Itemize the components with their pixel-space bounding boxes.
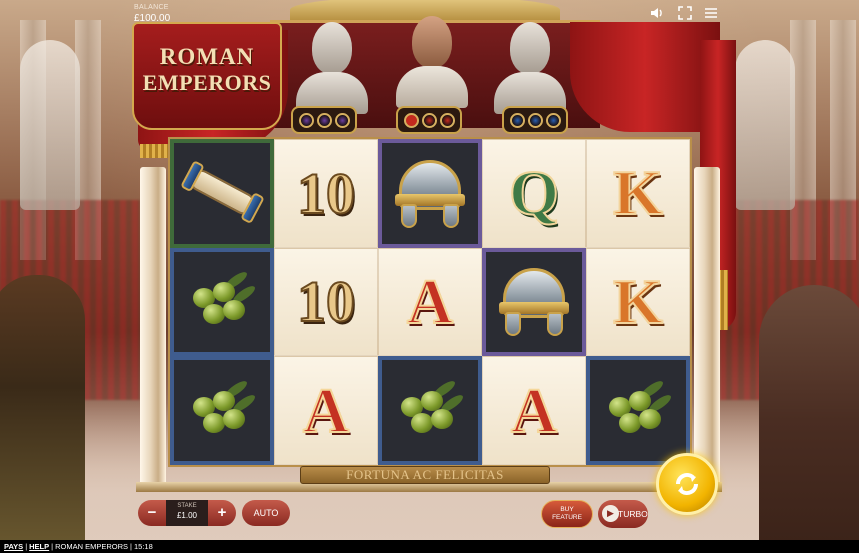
reel-cell: [586, 356, 690, 465]
turbo-button[interactable]: ▶ TURBO: [598, 500, 648, 528]
reel-cell: A: [482, 356, 586, 465]
bottom-info-bar: PAYS | HELP | ROMAN EMPERORS | 15:18: [0, 540, 859, 553]
reel-cell: Q: [482, 139, 586, 248]
pays-link[interactable]: PAYS: [4, 542, 23, 551]
spin-arrows-icon: [676, 473, 698, 495]
stake-label: STAKE: [177, 503, 197, 509]
olives-symbol: [395, 378, 466, 441]
buy-feature-button[interactable]: BUY FEATURE: [541, 500, 593, 528]
meter-orb: [334, 112, 350, 128]
ace-symbol: A: [406, 265, 454, 338]
play-icon: ▶: [602, 505, 619, 522]
pillar-left: [140, 167, 166, 487]
statue-right: [735, 40, 795, 210]
scroll-symbol: [173, 148, 272, 239]
turbo-label: TURBO: [618, 509, 648, 519]
meter-orb: [439, 112, 455, 128]
buy-feature-line-1: BUY: [560, 506, 574, 513]
olives-symbol: [187, 269, 258, 332]
stake-control: − STAKE £1.00 +: [138, 500, 236, 526]
stake-value: £1.00: [176, 511, 198, 520]
autoplay-button[interactable]: AUTO: [242, 500, 290, 526]
reel-cell: [170, 139, 274, 248]
ten-symbol: 10: [296, 160, 356, 227]
meter-orb: [527, 112, 543, 128]
foreground-figure-right: [759, 285, 859, 553]
meter-orb: [509, 112, 525, 128]
motto-plaque: FORTUNA AC FELICITAS: [300, 466, 550, 484]
stake-display: STAKE £1.00: [166, 500, 208, 526]
helmet-symbol: [395, 156, 465, 231]
buy-feature-line-2: FEATURE: [552, 514, 582, 521]
reel-cell: [482, 247, 586, 357]
queen-symbol: Q: [508, 156, 560, 229]
ten-symbol: 10: [296, 268, 356, 335]
pillar-right: [694, 167, 720, 487]
stake-increase-button[interactable]: +: [208, 500, 236, 526]
game-logo: ROMAN EMPERORS: [132, 22, 282, 130]
reel-cell: 10: [274, 139, 378, 248]
sound-icon[interactable]: [649, 6, 665, 22]
spin-button[interactable]: [656, 453, 718, 515]
emperor-bust-left: [296, 22, 368, 114]
reel-cell: [378, 356, 482, 465]
foreground-figure-left: [0, 275, 85, 553]
reel-cell: A: [378, 247, 482, 357]
help-link[interactable]: HELP: [29, 542, 49, 551]
meter-orb: [403, 112, 419, 128]
meter-orb: [545, 112, 561, 128]
logo-line-1: ROMAN: [159, 44, 255, 69]
reel-machine: 10 Q K 10 A K A A: [138, 127, 722, 487]
meter-orb: [316, 112, 332, 128]
game-name: ROMAN EMPERORS: [55, 542, 129, 551]
logo-line-2: EMPERORS: [142, 70, 272, 95]
reel-grid: 10 Q K 10 A K A A: [168, 137, 692, 467]
stake-decrease-button[interactable]: −: [138, 500, 166, 526]
olives-symbol: [187, 378, 258, 441]
emperor-bust-center: [396, 16, 468, 108]
menu-icon[interactable]: [703, 6, 719, 22]
reel-cell: K: [586, 139, 690, 248]
reel-cell: [378, 139, 482, 248]
olives-symbol: [603, 378, 674, 441]
reel-cell: [170, 247, 274, 357]
meter-orb: [421, 112, 437, 128]
game-stage: BALANCE £100.00 10 Q K 10 A K A A ROMAN EMPEROR…: [0, 0, 859, 553]
ace-symbol: A: [510, 374, 558, 447]
clock: 15:18: [134, 542, 153, 551]
balance-label: BALANCE: [134, 4, 169, 11]
helmet-symbol: [499, 264, 569, 339]
reel-cell: [170, 356, 274, 465]
reel-cell: K: [586, 247, 690, 357]
king-symbol: K: [612, 156, 664, 229]
reel-cell: 10: [274, 247, 378, 357]
ace-symbol: A: [302, 374, 350, 447]
king-symbol: K: [612, 265, 664, 338]
meter-orb: [298, 112, 314, 128]
reel-cell: A: [274, 356, 378, 465]
fullscreen-icon[interactable]: [677, 6, 693, 22]
emperor-bust-right: [494, 22, 566, 114]
curtain-right: [570, 22, 720, 132]
statue-left: [20, 40, 80, 210]
